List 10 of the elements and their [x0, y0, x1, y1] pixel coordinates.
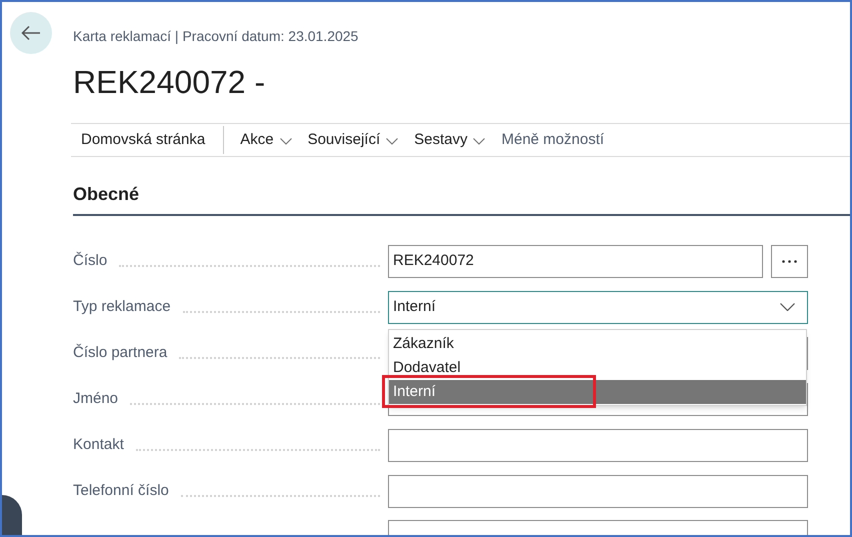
field-label: Jméno [73, 388, 118, 409]
field-label: Kontakt [73, 434, 124, 455]
breadcrumb: Karta reklamací | Pracovní datum: 23.01.2025 [73, 27, 360, 46]
field-label: Telefonní číslo [73, 480, 169, 501]
field-label: Číslo partnera [73, 342, 168, 363]
section-title: Obecné [73, 184, 140, 204]
select-value: Interní [393, 296, 436, 317]
field-label: Typ reklamace [73, 296, 171, 317]
page-title: REK240072 - [73, 64, 266, 100]
field-label: Číslo [73, 250, 108, 271]
